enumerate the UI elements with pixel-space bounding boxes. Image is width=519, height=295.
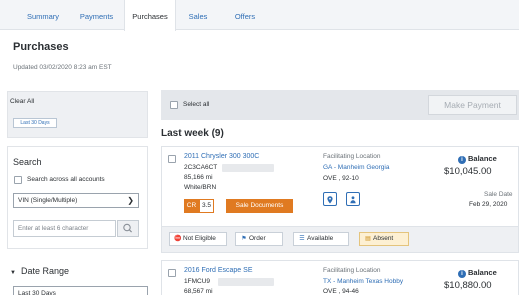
- status-not-eligible[interactable]: ⛔Not Eligible: [169, 232, 227, 246]
- cr-score: 3.5: [199, 199, 214, 213]
- map-pin-icon: [327, 196, 333, 204]
- make-payment-button[interactable]: Make Payment: [428, 95, 517, 115]
- vehicle-checkbox[interactable]: [168, 155, 176, 163]
- search-across-checkbox[interactable]: [14, 176, 22, 184]
- bars-icon: ☰: [299, 236, 305, 242]
- vehicle-mileage: 85,166 mi: [184, 174, 213, 181]
- balance-text: Balance: [468, 154, 497, 163]
- status-label: Absent: [373, 235, 394, 242]
- balance-label: i Balance: [458, 154, 497, 164]
- search-input[interactable]: Enter at least 6 character: [13, 220, 116, 237]
- tab-sales[interactable]: Sales: [178, 0, 218, 30]
- caret-down-icon: ▼: [10, 270, 16, 276]
- status-absent[interactable]: ▤ Absent: [359, 232, 409, 246]
- date-range-toggle[interactable]: ▼ Date Range: [10, 266, 69, 276]
- balance-text: Balance: [468, 268, 497, 277]
- group-heading: Last week (9): [161, 128, 224, 139]
- ove-code: OVE , 92-10: [323, 175, 359, 182]
- info-icon[interactable]: i: [458, 270, 466, 278]
- tab-offers[interactable]: Offers: [220, 0, 270, 30]
- search-icon: [123, 223, 133, 233]
- sale-documents-button[interactable]: Sale Documents: [226, 199, 293, 213]
- flag-icon: ⚑: [241, 236, 247, 242]
- search-heading: Search: [13, 157, 42, 167]
- balance-amount: $10,045.00: [444, 166, 492, 177]
- location-pin-button[interactable]: [323, 192, 337, 206]
- tab-bar: Summary Payments Purchases Sales Offers: [0, 0, 519, 31]
- person-icon: [350, 196, 356, 204]
- location-link[interactable]: TX - Manheim Texas Hobby: [323, 278, 403, 285]
- sale-date-value: Feb 29, 2020: [469, 201, 508, 208]
- vin-redaction: [222, 164, 274, 172]
- transport-button[interactable]: [346, 192, 360, 206]
- sale-date-label: Sale Date: [484, 191, 513, 198]
- status-label: Order: [249, 235, 266, 242]
- search-type-select[interactable]: VIN (Single/Multiple) ❯: [13, 193, 139, 208]
- balance-label: i Balance: [458, 268, 497, 278]
- tab-summary[interactable]: Summary: [13, 0, 73, 30]
- balance-amount: $10,880.00: [444, 280, 492, 291]
- updated-timestamp: Updated 03/02/2020 8:23 am EST: [13, 64, 112, 71]
- status-label: Available: [307, 235, 334, 242]
- select-all-checkbox[interactable]: [170, 101, 178, 109]
- tab-purchases[interactable]: Purchases: [124, 0, 176, 31]
- location-label: Facilitating Location: [323, 153, 381, 160]
- search-button[interactable]: [117, 220, 139, 237]
- document-icon: ▤: [365, 236, 371, 242]
- select-all-label: Select all: [183, 101, 210, 108]
- status-available[interactable]: ☰ Available: [293, 232, 349, 246]
- vehicle-vin: 2C3CA6CT: [184, 164, 218, 171]
- date-range-select[interactable]: Last 30 Days: [13, 286, 148, 295]
- vehicle-mileage: 68,567 mi: [184, 288, 213, 295]
- vehicle-title-link[interactable]: 2011 Chrysler 300 300C: [184, 153, 259, 160]
- status-label: Not Eligible: [183, 235, 216, 242]
- vehicle-title-link[interactable]: 2016 Ford Escape SE: [184, 267, 253, 274]
- page-title: Purchases: [13, 41, 69, 53]
- clear-all-link[interactable]: Clear All: [10, 98, 34, 105]
- vin-redaction: [218, 278, 274, 286]
- search-type-value: VIN (Single/Multiple): [18, 197, 78, 204]
- status-order[interactable]: ⚑ Order: [235, 232, 283, 246]
- search-across-label: Search across all accounts: [27, 176, 105, 183]
- info-icon[interactable]: i: [458, 156, 466, 164]
- ove-code: OVE , 94-46: [323, 288, 359, 295]
- chevron-down-icon: ❯: [127, 196, 134, 205]
- filter-chip-date[interactable]: Last 30 Days: [13, 118, 57, 128]
- vehicle-color: White/BRN: [184, 184, 217, 191]
- location-label: Facilitating Location: [323, 267, 381, 274]
- location-link[interactable]: GA - Manheim Georgia: [323, 164, 389, 171]
- prohibited-icon: ⛔: [174, 236, 182, 242]
- vehicle-checkbox[interactable]: [168, 269, 176, 277]
- cr-badge[interactable]: CR: [184, 199, 199, 213]
- date-range-heading: Date Range: [20, 266, 69, 276]
- vehicle-vin: 1FMCU9: [184, 278, 211, 285]
- tab-payments[interactable]: Payments: [73, 0, 120, 30]
